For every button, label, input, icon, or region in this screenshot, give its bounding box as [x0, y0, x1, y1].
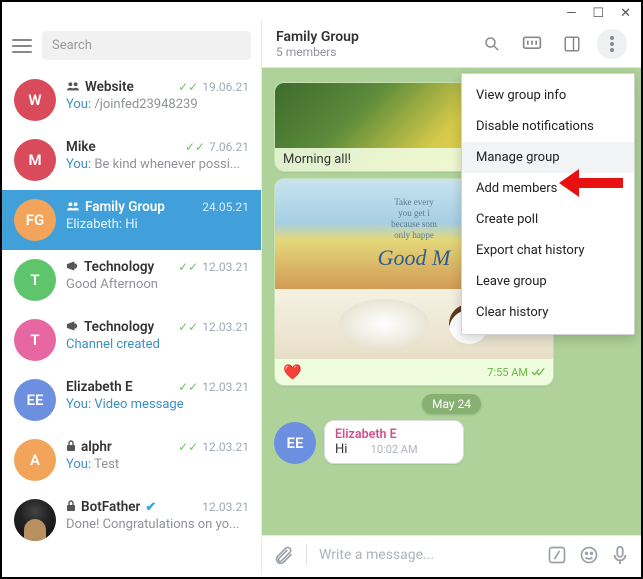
attach-icon[interactable]	[274, 545, 294, 565]
chat-name: Elizabeth E	[66, 379, 133, 395]
chat-header[interactable]: Family Group 5 members	[262, 21, 641, 68]
chat-title: Family Group	[276, 29, 359, 45]
chat-preview: You: /joinfed23948239	[66, 97, 249, 112]
menu-item[interactable]: Leave group	[462, 266, 634, 297]
sender-avatar[interactable]: EE	[274, 422, 316, 464]
chat-avatar: A	[14, 439, 56, 481]
more-options-icon[interactable]	[597, 29, 627, 59]
message-input[interactable]: Write a message...	[319, 547, 535, 563]
group-icon	[66, 80, 80, 94]
hamburger-menu-icon[interactable]	[12, 39, 32, 53]
chat-list-item[interactable]: FG Family Group 24.05.21 Elizabeth: Hi	[2, 190, 261, 250]
annotation-arrow	[559, 169, 623, 197]
chat-preview: Channel created	[66, 337, 249, 352]
main-panel: Family Group 5 members	[262, 21, 641, 574]
chat-list-item[interactable]: M Mike ✓✓ 7.06.21 You: Be kind whenever poss…	[2, 130, 261, 190]
message-composer: Write a message...	[262, 535, 641, 574]
chat-date: 7.06.21	[209, 140, 249, 154]
window-close[interactable]: ✕	[620, 6, 631, 21]
chat-preview: You: Video message	[66, 397, 249, 412]
read-checks-icon: ✓✓	[185, 140, 205, 154]
message-timestamp: 10:02 AM	[371, 443, 418, 456]
chat-avatar: T	[14, 319, 56, 361]
read-checks-icon: ✓✓	[178, 380, 198, 394]
chat-date: 12.03.21	[202, 500, 249, 514]
emoji-icon[interactable]	[579, 545, 599, 565]
chat-date: 12.03.21	[202, 260, 249, 274]
window-maximize[interactable]: ☐	[592, 6, 604, 21]
chat-avatar: T	[14, 259, 56, 301]
side-panel-icon[interactable]	[557, 29, 587, 59]
read-checks-icon: ✓✓	[178, 260, 198, 274]
chat-name: Technology	[66, 319, 154, 335]
search-icon[interactable]	[477, 29, 507, 59]
chat-avatar: FG	[14, 199, 56, 241]
menu-item[interactable]: Create poll	[462, 204, 634, 235]
image-overlay-text: Good M	[378, 245, 451, 271]
read-checks-icon: ✓✓	[178, 440, 198, 454]
chat-date: 12.03.21	[202, 440, 249, 454]
chat-date: 12.03.21	[202, 320, 249, 334]
chat-name: Website	[66, 79, 134, 95]
chat-preview: Elizabeth: Hi	[66, 217, 249, 232]
chat-list-item[interactable]: BotFather ✔ 12.03.21 Done! Congratulations…	[2, 490, 261, 550]
chat-preview: You: Be kind whenever possi...	[66, 157, 249, 172]
chat-name: Family Group	[66, 199, 165, 215]
message-text: Hi	[335, 442, 347, 457]
lock-icon	[66, 440, 76, 455]
chat-list: W Website ✓✓ 19.06.21 You: /joinfed23948239 M…	[2, 70, 261, 574]
menu-item[interactable]: View group info	[462, 80, 634, 111]
chat-name: Mike	[66, 139, 96, 155]
message-timestamp: 7:55 AM	[487, 366, 545, 379]
channel-icon	[66, 320, 79, 335]
chat-preview: Done! Congratulations on yo...	[66, 517, 249, 532]
chat-name: alphr	[66, 439, 112, 455]
chat-date: 12.03.21	[202, 380, 249, 394]
chat-list-item[interactable]: T Technology ✓✓ 12.03.21 Channel created	[2, 310, 261, 370]
menu-item[interactable]: Clear history	[462, 297, 634, 328]
group-icon	[66, 200, 80, 214]
comments-icon[interactable]	[517, 29, 547, 59]
chat-subtitle: 5 members	[276, 45, 359, 59]
menu-item[interactable]: Disable notifications	[462, 111, 634, 142]
chat-list-item[interactable]: W Website ✓✓ 19.06.21 You: /joinfed23948239	[2, 70, 261, 130]
chat-list-item[interactable]: Aalphr ✓✓ 12.03.21 You: Test	[2, 430, 261, 490]
window-controls: — ☐ ✕	[2, 2, 641, 21]
sender-name: Elizabeth E	[335, 427, 453, 442]
chat-date: 19.06.21	[202, 80, 249, 94]
verified-icon: ✔	[145, 500, 156, 515]
channel-icon	[66, 260, 79, 275]
bot-commands-icon[interactable]	[547, 545, 567, 565]
sidebar: Search W Website ✓✓ 19.06.21 You: /joinfed23…	[2, 21, 262, 574]
chat-avatar	[14, 499, 56, 541]
menu-item[interactable]: Export chat history	[462, 235, 634, 266]
incoming-message[interactable]: EE Elizabeth E Hi 10:02 AM	[274, 420, 629, 464]
read-checks-icon: ✓✓	[178, 80, 198, 94]
read-checks-icon: ✓✓	[178, 320, 198, 334]
chat-preview: Good Afternoon	[66, 277, 249, 292]
chat-avatar: EE	[14, 379, 56, 421]
reaction-heart-icon[interactable]: ❤️	[283, 363, 302, 381]
chat-name: Technology	[66, 259, 154, 275]
context-menu: View group infoDisable notificationsMana…	[461, 73, 635, 335]
chat-list-item[interactable]: EE Elizabeth E ✓✓ 12.03.21 You: Video messag…	[2, 370, 261, 430]
search-input[interactable]: Search	[42, 31, 251, 60]
lock-icon	[66, 500, 76, 515]
chat-date: 24.05.21	[202, 200, 249, 214]
chat-name: BotFather ✔	[66, 499, 156, 515]
chat-preview: You: Test	[66, 457, 249, 472]
chat-avatar: M	[14, 139, 56, 181]
chat-list-item[interactable]: T Technology ✓✓ 12.03.21 Good Afternoon	[2, 250, 261, 310]
date-separator: May 24	[422, 394, 481, 414]
window-minimize[interactable]: —	[566, 6, 576, 21]
voice-message-icon[interactable]	[611, 545, 629, 565]
chat-avatar: W	[14, 79, 56, 121]
